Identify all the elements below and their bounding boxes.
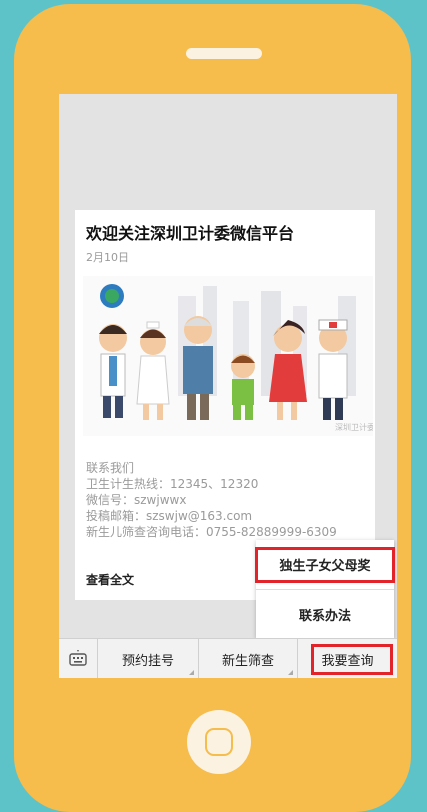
contact-line: 投稿邮箱：szswjw@163.com [86, 509, 253, 523]
highlight-box [311, 644, 393, 675]
contact-line: 新生儿筛查咨询电话：0755-82889999-6309 [86, 525, 337, 539]
submenu-item-contact[interactable]: 联系办法 [256, 590, 394, 638]
keyboard-icon [69, 650, 87, 666]
phone-speaker [186, 48, 262, 59]
menu-button-appointment[interactable]: 预约挂号 [98, 639, 199, 678]
highlight-box [255, 547, 395, 583]
submenu-indicator-icon [288, 670, 293, 675]
home-button-icon [205, 728, 233, 756]
bottom-menu-bar: 预约挂号 新生筛查 我要查询 [59, 638, 397, 678]
phone-screen: 欢迎关注深圳卫计委微信平台 2月10日 深圳卫计委 联系我们 卫生计生热线：12… [59, 94, 397, 678]
article-cover-image: 深圳卫计委 [83, 276, 373, 436]
home-button[interactable] [187, 710, 251, 774]
article-date: 2月10日 [86, 251, 129, 264]
phone-frame: 欢迎关注深圳卫计委微信平台 2月10日 深圳卫计委 联系我们 卫生计生热线：12… [14, 4, 411, 812]
menu-button-label: 新生筛查 [221, 653, 274, 669]
menu-button-newborn-screening[interactable]: 新生筛查 [199, 639, 298, 678]
contact-line: 联系我们 [86, 461, 135, 475]
menu-button-label: 预约挂号 [121, 653, 174, 669]
article-title: 欢迎关注深圳卫计委微信平台 [86, 224, 295, 243]
contact-info: 联系我们 卫生计生热线：12345、12320 微信号：szwjwwx 投稿邮箱… [86, 460, 337, 540]
keyboard-toggle-button[interactable] [59, 639, 98, 678]
read-more-link[interactable]: 查看全文 [86, 571, 134, 588]
contact-line: 卫生计生热线：12345、12320 [86, 477, 259, 491]
watermark-text: 深圳卫计委 [335, 422, 373, 432]
contact-line: 微信号：szwjwwx [86, 493, 187, 507]
submenu-indicator-icon [189, 670, 194, 675]
